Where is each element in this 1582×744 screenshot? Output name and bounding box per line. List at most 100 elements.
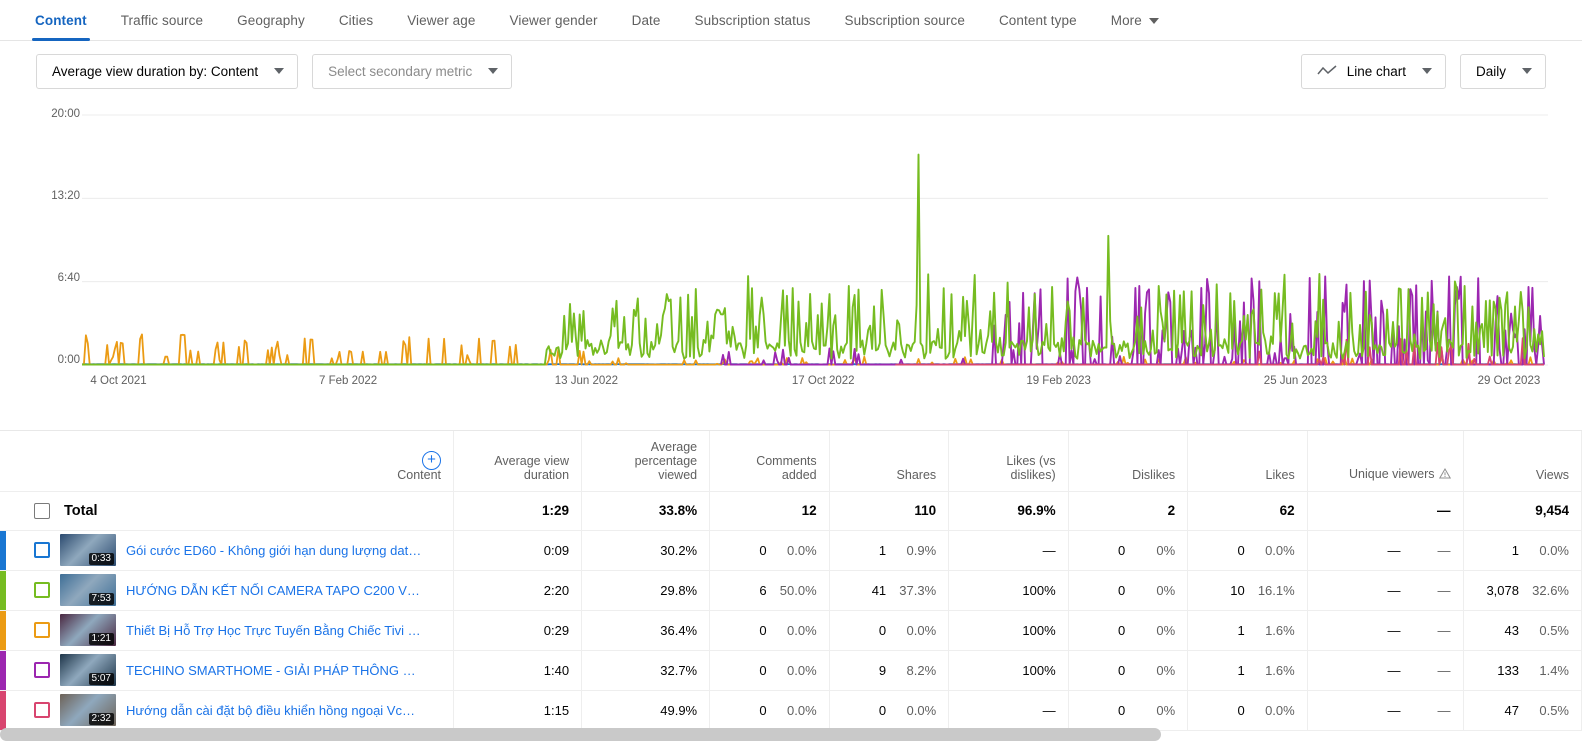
tab-viewer-age[interactable]: Viewer age	[390, 13, 492, 40]
row-checkbox[interactable]	[34, 582, 50, 598]
horizontal-scrollbar[interactable]	[0, 728, 1582, 741]
row-dislikes: 0 0%	[1068, 530, 1189, 571]
series-color-bar	[0, 650, 6, 690]
column-header-views[interactable]: Views	[1463, 431, 1582, 492]
column-header-comments-added[interactable]: Comments added	[709, 431, 830, 492]
row-checkbox[interactable]	[34, 542, 50, 558]
row-average-view-duration: 0:29	[453, 610, 583, 651]
y-tick-label: 20:00	[51, 108, 80, 120]
table-row[interactable]: 5:07 TECHINO SMARTHOME - GIẢI PHÁP THÔNG …	[0, 650, 1582, 691]
row-content-cell: 7:53 HƯỚNG DẪN KẾT NỐI CAMERA TAPO C200 V…	[0, 570, 455, 611]
video-duration-badge: 7:53	[88, 593, 114, 605]
column-header-label: Likes	[1265, 467, 1295, 482]
tab-more[interactable]: More	[1094, 13, 1171, 40]
video-thumbnail[interactable]: 7:53	[60, 574, 116, 606]
row-checkbox[interactable]	[34, 702, 50, 718]
x-tick-label: 7 Feb 2022	[318, 375, 378, 387]
analytics-table: Content + Average view duration Average …	[0, 431, 1582, 731]
column-header-likes[interactable]: Likes	[1187, 431, 1308, 492]
tab-subscription-status[interactable]: Subscription status	[678, 13, 828, 40]
y-tick-label: 13:20	[51, 190, 80, 202]
granularity-label: Daily	[1475, 63, 1506, 79]
column-header-label: Unique viewers	[1349, 466, 1435, 481]
row-checkbox[interactable]	[34, 662, 50, 678]
row-content-cell: 5:07 TECHINO SMARTHOME - GIẢI PHÁP THÔNG …	[0, 650, 455, 691]
column-header-label: Views	[1535, 467, 1569, 482]
row-content-cell: 0:33 Gói cước ED60 - Không giới hạn dung …	[0, 530, 455, 571]
line-chart-icon	[1317, 65, 1337, 77]
analytics-chart[interactable]: 20:00 13:20 6:40 0:00 4 Oct 2021 7 Feb 2…	[34, 103, 1548, 403]
row-dislikes: 0 0%	[1068, 610, 1189, 651]
video-title-link[interactable]: HƯỚNG DẪN KẾT NỐI CAMERA TAPO C200 VỚI Đ…	[126, 583, 422, 598]
row-shares: 9 8.2%	[829, 650, 950, 691]
row-unique-viewers: — —	[1307, 570, 1464, 611]
column-header-label: Average percentage viewed	[634, 439, 698, 482]
row-dislikes: 0 0%	[1068, 570, 1189, 611]
tab-geography[interactable]: Geography	[220, 13, 322, 40]
tab-content-type[interactable]: Content type	[982, 13, 1094, 40]
tab-label: Content	[35, 13, 87, 28]
add-metric-icon[interactable]: +	[422, 451, 442, 470]
column-header-label: Average view duration	[494, 453, 570, 482]
tab-label: Viewer age	[407, 13, 476, 28]
row-unique-viewers: — —	[1307, 530, 1464, 571]
tab-date[interactable]: Date	[615, 13, 678, 40]
scrollbar-thumb[interactable]	[0, 728, 1162, 741]
column-header-shares[interactable]: Shares	[829, 431, 950, 492]
chart-type-select[interactable]: Line chart	[1300, 53, 1446, 89]
tab-viewer-gender[interactable]: Viewer gender	[492, 13, 614, 40]
tab-subscription-source[interactable]: Subscription source	[827, 13, 981, 40]
row-checkbox[interactable]	[34, 622, 50, 638]
total-unique-viewers: —	[1307, 491, 1464, 531]
row-average-view-duration: 1:40	[453, 650, 583, 691]
column-header-likes-vs-dislikes[interactable]: Likes (vs dislikes)	[948, 431, 1069, 492]
tab-cities[interactable]: Cities	[322, 13, 390, 40]
series-color-bar	[0, 610, 6, 650]
row-average-view-duration: 2:20	[453, 570, 583, 611]
video-thumbnail[interactable]: 5:07	[60, 654, 116, 686]
secondary-metric-select[interactable]: Select secondary metric	[312, 53, 513, 89]
row-average-percentage-viewed: 49.9%	[581, 690, 711, 731]
tab-traffic-source[interactable]: Traffic source	[104, 13, 220, 40]
row-average-percentage-viewed: 30.2%	[581, 530, 711, 571]
video-title-link[interactable]: Thiết Bị Hỗ Trợ Học Trực Tuyến Bằng Chiế…	[126, 623, 422, 638]
table-row[interactable]: 2:32 Hướng dẫn cài đặt bộ điều khiển hồng…	[0, 690, 1582, 731]
video-title-link[interactable]: Gói cước ED60 - Không giới hạn dung lượn…	[126, 543, 422, 558]
chevron-down-icon	[1421, 68, 1432, 74]
total-checkbox[interactable]	[34, 502, 50, 519]
video-title-link[interactable]: Hướng dẫn cài đặt bộ điều khiển hồng ngo…	[126, 703, 422, 718]
row-likes-vs-dislikes: 100%	[948, 610, 1069, 651]
primary-metric-select[interactable]: Average view duration by: Content	[36, 53, 299, 89]
column-header-dislikes[interactable]: Dislikes	[1068, 431, 1189, 492]
chevron-down-icon	[1522, 68, 1532, 74]
column-header-content[interactable]: Content +	[0, 431, 455, 492]
table-row[interactable]: 0:33 Gói cước ED60 - Không giới hạn dung …	[0, 530, 1582, 571]
row-dislikes: 0 0%	[1068, 690, 1189, 731]
total-likes: 62	[1187, 491, 1308, 531]
secondary-metric-label: Select secondary metric	[328, 63, 473, 79]
column-header-average-view-duration[interactable]: Average view duration	[453, 431, 583, 492]
row-average-view-duration: 1:15	[453, 690, 583, 731]
column-header-unique-viewers[interactable]: Unique viewers	[1307, 431, 1464, 492]
tab-label: Subscription source	[844, 13, 965, 28]
video-title-link[interactable]: TECHINO SMARTHOME - GIẢI PHÁP THÔNG MINH…	[126, 663, 422, 678]
table-row[interactable]: 7:53 HƯỚNG DẪN KẾT NỐI CAMERA TAPO C200 V…	[0, 570, 1582, 611]
row-shares: 0 0.0%	[829, 610, 950, 651]
x-tick-label: 25 Jun 2023	[1263, 375, 1328, 387]
row-likes-vs-dislikes: 100%	[948, 650, 1069, 691]
video-duration-badge: 5:07	[88, 673, 114, 685]
video-thumbnail[interactable]: 2:32	[60, 694, 116, 726]
analytics-table-container[interactable]: Content + Average view duration Average …	[0, 430, 1582, 744]
x-tick-label: 17 Oct 2022	[791, 375, 855, 387]
total-label: Total	[64, 502, 98, 519]
column-header-average-percentage-viewed[interactable]: Average percentage viewed	[581, 431, 711, 492]
video-thumbnail[interactable]: 0:33	[60, 534, 116, 566]
table-row[interactable]: 1:21 Thiết Bị Hỗ Trợ Học Trực Tuyến Bằng …	[0, 610, 1582, 651]
table-row-total[interactable]: Total 1:29 33.8% 12 110 96.9% 2 62—9,454	[0, 491, 1582, 531]
video-thumbnail[interactable]: 1:21	[60, 614, 116, 646]
row-shares: 41 37.3%	[829, 570, 950, 611]
granularity-select[interactable]: Daily	[1459, 53, 1546, 89]
tab-content[interactable]: Content	[18, 13, 104, 41]
column-header-label: Dislikes	[1132, 467, 1176, 482]
chart-type-label: Line chart	[1346, 63, 1406, 79]
